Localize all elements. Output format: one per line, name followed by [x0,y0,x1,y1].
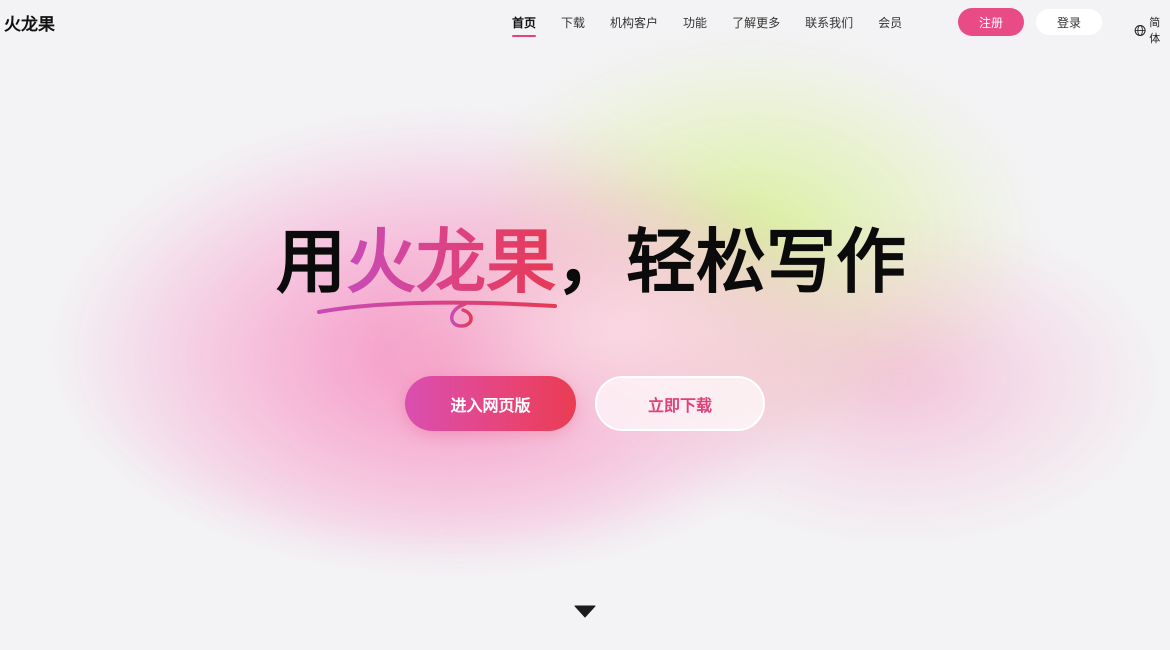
nav-item-membership[interactable]: 会员 [878,14,902,31]
globe-icon [1134,24,1146,36]
logo-text: 火龙果 [4,15,55,35]
nav-item-download[interactable]: 下载 [561,14,585,31]
nav-item-institutions[interactable]: 机构客户 [610,14,658,31]
background-blob-pink [60,120,840,550]
hero-title: 用火龙果 ，轻松写作 [276,222,906,302]
register-button[interactable]: 注册 [958,8,1024,36]
site-logo[interactable]: 火龙果 [4,10,55,35]
hero-actions: 进入网页版 立即下载 [405,376,765,431]
language-switcher[interactable]: 简体 [1134,14,1170,46]
nav-item-home[interactable]: 首页 [512,14,537,37]
hero-title-suffix: ，轻松写作 [556,221,906,303]
nav-item-contact[interactable]: 联系我们 [805,14,853,31]
hero-underline-swoosh [317,300,557,328]
hero-title-prefix: 用 [276,221,346,303]
language-label: 简体 [1149,16,1161,45]
nav-item-features[interactable]: 功能 [683,14,707,31]
main-nav: 首页 下载 机构客户 功能 了解更多 联系我们 会员 [512,0,927,44]
hero-title-highlight: 火龙果 [346,221,556,303]
enter-web-version-button[interactable]: 进入网页版 [405,376,576,431]
top-header: 火龙果 首页 下载 机构客户 功能 了解更多 联系我们 会员 注册 登录 简体 [0,0,1170,46]
nav-item-learn-more[interactable]: 了解更多 [732,14,780,31]
triangle-down-icon[interactable] [574,604,596,618]
download-now-button[interactable]: 立即下载 [595,376,765,431]
login-button[interactable]: 登录 [1036,9,1102,35]
page: 火龙果 首页 下载 机构客户 功能 了解更多 联系我们 会员 注册 登录 简体 … [0,0,1170,650]
